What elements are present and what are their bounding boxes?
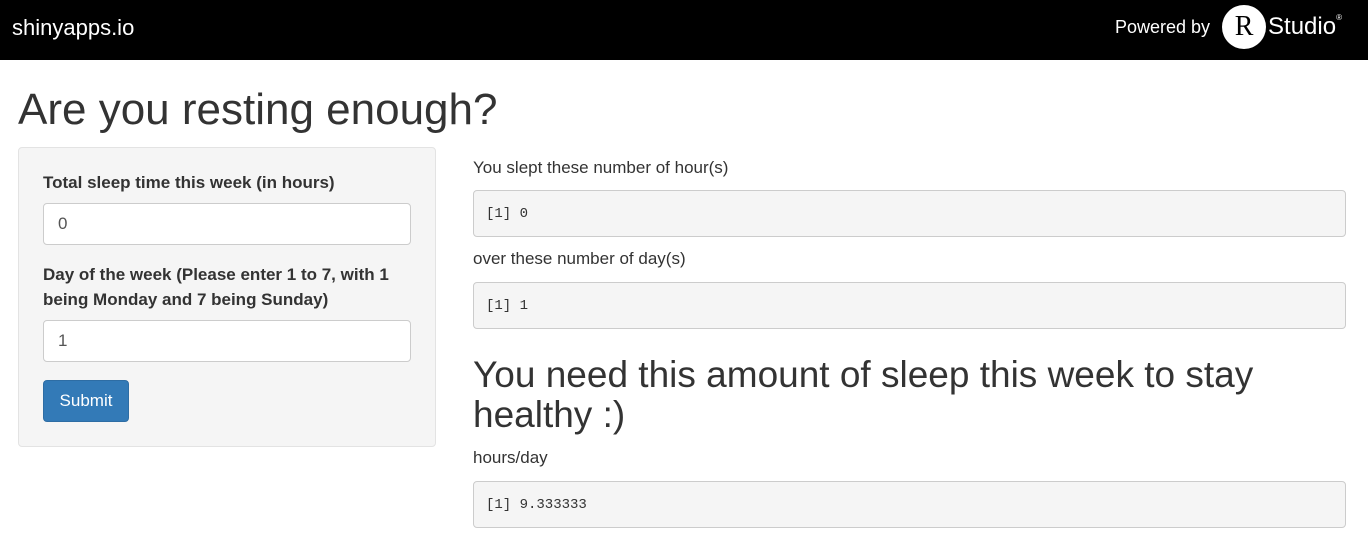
hours-per-day-label: hours/day <box>473 448 548 467</box>
page-title: Are you resting enough? <box>18 85 498 134</box>
result-heading: You need this amount of sleep this week … <box>473 354 1254 435</box>
brand-title[interactable]: shinyapps.io <box>12 14 134 42</box>
rstudio-logo-word: Studio <box>1268 13 1337 40</box>
powered-by-label: Powered by <box>1114 16 1211 37</box>
submit-button[interactable]: Submit <box>43 380 129 422</box>
rstudio-logo-letter: R <box>1234 11 1254 42</box>
days-output: [1] 1 <box>473 282 1346 329</box>
powered-by-rstudio[interactable]: Powered by R Studio ® <box>1115 4 1342 50</box>
days-label: over these number of day(s) <box>473 249 686 268</box>
sleep-hours-label: Total sleep time this week (in hours) <box>43 173 335 192</box>
sidebar-panel: Total sleep time this week (in hours) Da… <box>18 147 436 447</box>
registered-mark: ® <box>1336 12 1342 22</box>
day-of-week-label: Day of the week (Please enter 1 to 7, wi… <box>43 265 389 309</box>
sleep-hours-input[interactable] <box>43 203 411 245</box>
hours-slept-label: You slept these number of hour(s) <box>473 158 729 177</box>
hours-slept-output: [1] 0 <box>473 190 1346 237</box>
navbar: shinyapps.io Powered by R Studio ® <box>0 0 1368 60</box>
day-of-week-input[interactable] <box>43 320 411 362</box>
hours-per-day-output: [1] 9.333333 <box>473 481 1346 528</box>
rstudio-logo-icon: R <box>1222 5 1267 49</box>
